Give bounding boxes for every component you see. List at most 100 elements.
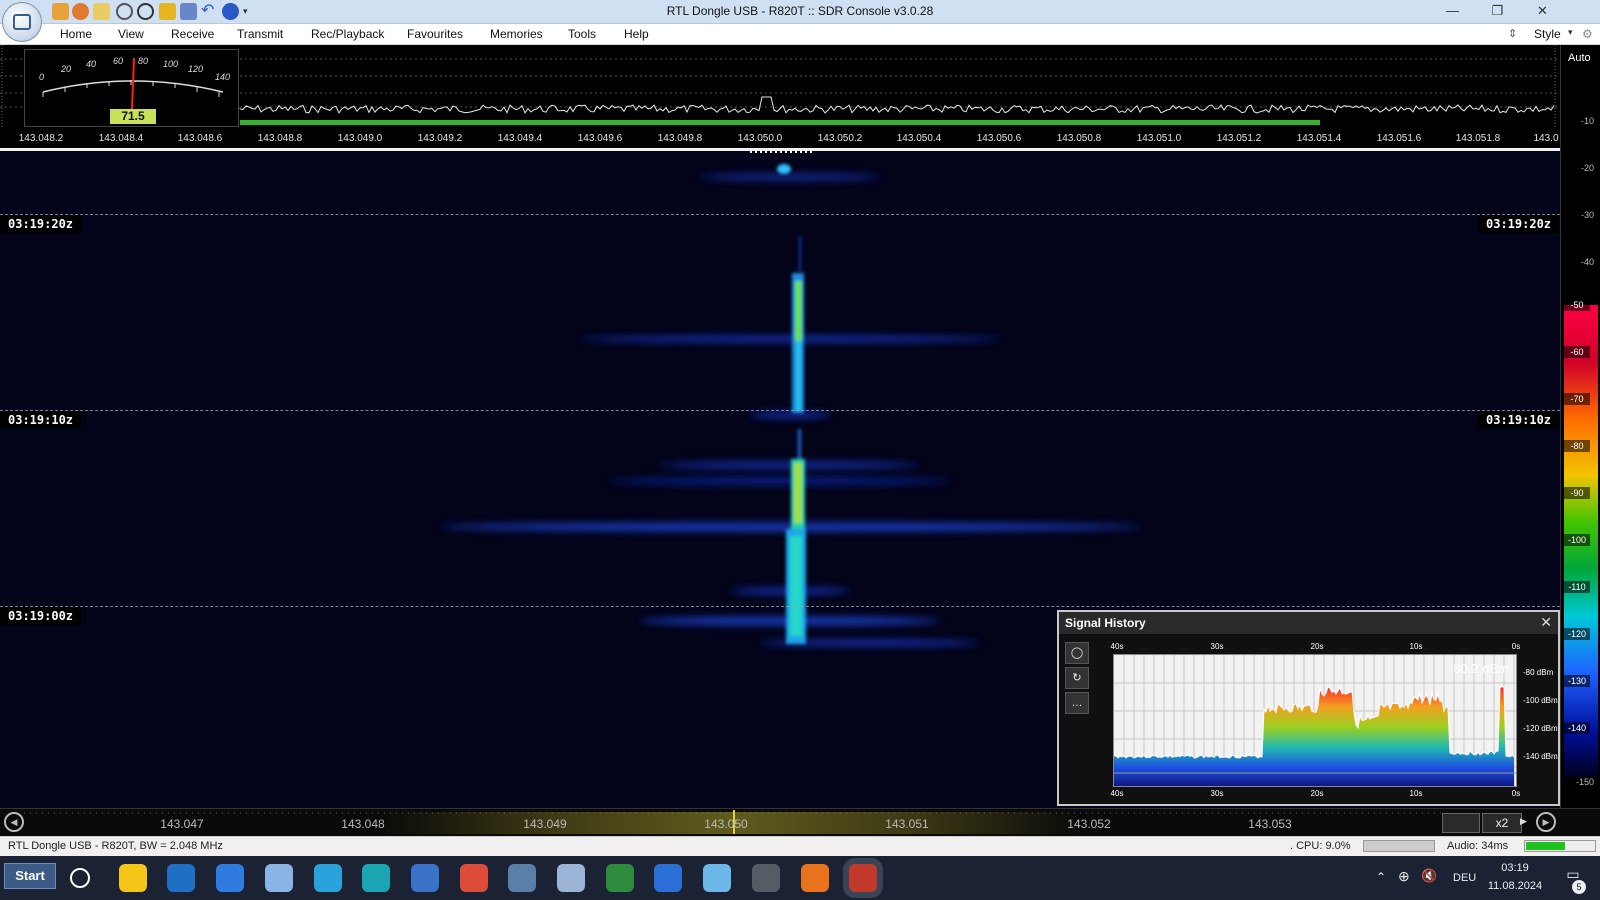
flask-icon[interactable] xyxy=(180,3,197,20)
history-x-label: 10s xyxy=(1409,642,1423,651)
start-button[interactable]: Start xyxy=(4,863,56,889)
freq-tick: 143.050.0 xyxy=(737,133,783,144)
telegram-icon[interactable] xyxy=(313,864,342,892)
signal-history-title: Signal History xyxy=(1059,612,1558,634)
smeter-value: 71.5 xyxy=(110,109,156,124)
search-icon[interactable] xyxy=(70,868,90,888)
freq-tick: 143.0 xyxy=(1533,133,1559,144)
globe-icon[interactable]: ⊕ xyxy=(1398,868,1410,885)
style-dropdown-icon[interactable]: ▾ xyxy=(1568,27,1573,38)
freq-tick: 143.050.6 xyxy=(976,133,1022,144)
history-y-label: -80 dBm xyxy=(1523,668,1554,677)
lifebuoy-icon[interactable] xyxy=(72,3,89,20)
audio-meter xyxy=(1524,840,1596,852)
settings-gear-icon[interactable]: ⚙ xyxy=(1582,27,1593,41)
antenna-icon[interactable] xyxy=(703,864,732,892)
menu-receive[interactable]: Receive xyxy=(171,27,214,41)
menu-memories[interactable]: Memories xyxy=(490,27,543,41)
keyboard-icon[interactable] xyxy=(1442,813,1480,833)
lock-icon[interactable] xyxy=(159,3,176,20)
clock-time[interactable]: 03:19 xyxy=(1490,862,1540,874)
zoom-dropdown-icon[interactable]: ▶ xyxy=(1520,816,1527,827)
window-icon[interactable] xyxy=(751,864,780,892)
menu-rec-playback[interactable]: Rec/Playback xyxy=(311,27,384,41)
signal-history-close-button[interactable]: ✕ xyxy=(1540,614,1552,631)
file-explorer-icon[interactable] xyxy=(118,864,147,892)
db-tick: -150 xyxy=(1575,777,1594,787)
freq-tick: 143.048.4 xyxy=(98,133,144,144)
history-y-label: -140 dBm xyxy=(1523,752,1558,761)
color-scale: -50 -60 -70 -80 -90 -100 -110 -120 -130 … xyxy=(1564,299,1598,777)
colorbar-label: -100 xyxy=(1564,534,1590,546)
notes-icon[interactable] xyxy=(605,864,634,892)
edge-icon[interactable] xyxy=(362,864,391,892)
history-x-label: 10s xyxy=(1409,789,1423,798)
maximize-button[interactable]: ❐ xyxy=(1475,0,1520,24)
undo-icon[interactable]: ↶ xyxy=(201,3,218,20)
freq-tick: 143.051.2 xyxy=(1216,133,1262,144)
audio-meter-fill xyxy=(1526,842,1565,850)
network-icon[interactable] xyxy=(508,864,537,892)
menu-view[interactable]: View xyxy=(118,27,144,41)
current-signal-value: -80.2 dBm xyxy=(1449,661,1509,676)
reset-button[interactable]: ↻ xyxy=(1065,667,1089,689)
record-button[interactable]: ◯ xyxy=(1065,642,1089,664)
input-language[interactable]: DEU xyxy=(1453,872,1476,884)
stop-icon[interactable] xyxy=(137,3,154,20)
menu-home[interactable]: Home xyxy=(60,27,92,41)
window-title: RTL Dongle USB - R820T :: SDR Console v3… xyxy=(666,4,934,18)
scroll-right-icon[interactable]: ▶ xyxy=(1536,812,1556,832)
chrome-icon[interactable] xyxy=(459,864,488,892)
device-status: RTL Dongle USB - R820T, BW = 2.048 MHz xyxy=(8,840,223,852)
plus-icon[interactable] xyxy=(222,3,239,20)
firefox-icon[interactable] xyxy=(800,864,829,892)
freq-tick: 143.049.6 xyxy=(577,133,623,144)
minimize-button[interactable]: — xyxy=(1430,0,1475,24)
app-menu-button[interactable] xyxy=(2,2,42,42)
chat-icon[interactable] xyxy=(557,864,585,892)
history-x-label: 20s xyxy=(1310,642,1324,651)
customize-dropdown-icon[interactable]: ▾ xyxy=(243,3,260,20)
menu-tools[interactable]: Tools xyxy=(568,27,596,41)
ruler-label: 143.052 xyxy=(1067,817,1111,831)
history-x-label: 0s xyxy=(1511,642,1521,651)
folder-icon[interactable] xyxy=(93,3,110,20)
menu-transmit[interactable]: Transmit xyxy=(237,27,283,41)
more-options-button[interactable]: … xyxy=(1065,692,1089,714)
colorbar-label: -80 xyxy=(1564,440,1590,452)
scroll-left-icon[interactable]: ◀ xyxy=(4,812,24,832)
phone-icon[interactable] xyxy=(410,864,439,892)
menu-favourites[interactable]: Favourites xyxy=(407,27,463,41)
auto-scale-button[interactable]: Auto xyxy=(1568,52,1591,64)
play-icon[interactable] xyxy=(116,3,133,20)
bandwidth-bar xyxy=(240,120,1320,125)
clock-date[interactable]: 11.08.2024 xyxy=(1482,880,1548,892)
signal-history-panel: Signal History ✕ ◯ ↻ … 40s 30s 20s 10s 0… xyxy=(1057,610,1560,806)
compass-icon[interactable] xyxy=(654,864,683,892)
menu-help[interactable]: Help xyxy=(624,27,649,41)
frequency-ruler-labels: 143.047 143.048 143.049 143.050 143.051 … xyxy=(0,808,1440,836)
zoom-select[interactable]: x2 xyxy=(1482,813,1522,833)
app-icon[interactable] xyxy=(216,864,245,892)
sdr-console-icon[interactable] xyxy=(849,864,878,892)
ruler-label: 143.049 xyxy=(523,817,567,831)
colorbar-label: -140 xyxy=(1564,722,1590,734)
menu-bar: Home View Receive Transmit Rec/Playback … xyxy=(0,24,1600,45)
home-icon[interactable] xyxy=(52,3,69,20)
smeter-tick: 40 xyxy=(86,59,97,69)
smeter-tick: 140 xyxy=(215,72,231,82)
close-button[interactable]: ✕ xyxy=(1520,0,1565,24)
frequency-scale[interactable]: 143.048.2 143.048.4 143.048.6 143.048.8 … xyxy=(0,128,1560,148)
smeter-tick: 120 xyxy=(188,64,204,74)
freq-tick: 143.048.2 xyxy=(18,133,64,144)
timestamp-left: 03:19:00z xyxy=(0,607,82,625)
time-divider xyxy=(0,214,1560,215)
audio-latency: Audio: 34ms xyxy=(1447,840,1509,852)
vscode-icon[interactable] xyxy=(167,864,196,892)
speaker-muted-icon[interactable]: 🔇 xyxy=(1421,868,1437,884)
weather-icon[interactable] xyxy=(264,864,293,892)
history-y-label: -100 dBm xyxy=(1523,696,1558,705)
tray-chevron-icon[interactable]: ⌃ xyxy=(1376,870,1386,884)
history-x-label: 30s xyxy=(1210,789,1224,798)
style-menu[interactable]: Style xyxy=(1534,27,1561,41)
